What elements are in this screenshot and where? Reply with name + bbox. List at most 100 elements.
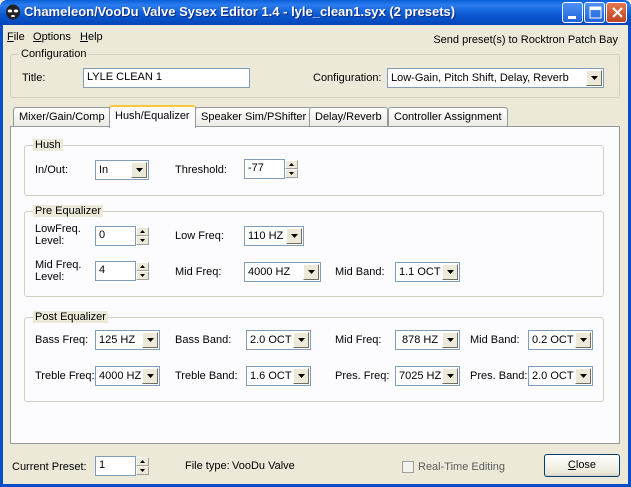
file-type-label: File type: bbox=[185, 460, 230, 472]
chevron-down-icon bbox=[447, 270, 454, 274]
current-preset-down-button[interactable] bbox=[136, 466, 149, 475]
spin-up-arrow-icon bbox=[140, 230, 145, 233]
spin-up-arrow-icon bbox=[140, 460, 145, 463]
post-bass-band-label: Bass Band: bbox=[175, 334, 232, 346]
pre-lowfreq-level-input[interactable]: 0 bbox=[95, 226, 136, 246]
menu-file[interactable]: File bbox=[7, 31, 25, 43]
tab-mixer-gain-comp[interactable]: Mixer/Gain/Comp bbox=[13, 107, 111, 126]
configuration-select-value: Low-Gain, Pitch Shift, Delay, Reverb bbox=[391, 72, 569, 84]
pre-mid-band-select[interactable]: 1.1 OCT bbox=[395, 262, 460, 282]
hush-inout-select[interactable]: In bbox=[95, 160, 149, 180]
spin-down-arrow-icon bbox=[289, 172, 294, 175]
title-label: Title: bbox=[22, 72, 46, 84]
pre-mid-band-label: Mid Band: bbox=[335, 266, 385, 278]
post-mid-band-dropdown-button[interactable] bbox=[575, 332, 591, 348]
pre-mid-freq-select[interactable]: 4000 HZ bbox=[244, 262, 321, 282]
close-button-post: lose bbox=[575, 459, 597, 471]
close-button[interactable]: Close bbox=[544, 454, 620, 477]
post-treble-freq-select[interactable]: 4000 HZ bbox=[95, 366, 160, 386]
pre-lowfreq-level-down-button[interactable] bbox=[136, 236, 149, 245]
post-mid-band-value: 0.2 OCT bbox=[532, 334, 574, 346]
close-window-button[interactable] bbox=[606, 2, 627, 23]
post-pres-band-dropdown-button[interactable] bbox=[575, 368, 591, 384]
pre-midfreq-level-label-2: Level: bbox=[35, 271, 65, 283]
pre-mid-band-dropdown-button[interactable] bbox=[442, 264, 458, 280]
post-bass-freq-dropdown-button[interactable] bbox=[142, 332, 158, 348]
menu-file-post: ile bbox=[13, 31, 25, 43]
hush-threshold-input[interactable]: -77 bbox=[244, 159, 285, 179]
title-input[interactable]: LYLE CLEAN 1 bbox=[83, 68, 250, 88]
post-pres-freq-dropdown-button[interactable] bbox=[442, 368, 458, 384]
configuration-select[interactable]: Low-Gain, Pitch Shift, Delay, Reverb bbox=[387, 68, 604, 88]
post-pres-band-select[interactable]: 2.0 OCT bbox=[528, 366, 593, 386]
pre-midfreq-level-input[interactable]: 4 bbox=[95, 261, 136, 281]
tab-controller-assignment[interactable]: Controller Assignment bbox=[388, 107, 508, 126]
post-bass-band-select[interactable]: 2.0 OCT bbox=[246, 330, 311, 350]
title-bar[interactable]: Chameleon/VooDu Valve Sysex Editor 1.4 -… bbox=[0, 0, 631, 25]
pre-mid-freq-dropdown-button[interactable] bbox=[303, 264, 319, 280]
post-mid-band-label: Mid Band: bbox=[470, 334, 520, 346]
post-mid-freq-dropdown-button[interactable] bbox=[442, 332, 458, 348]
send-to-patch-bay-link[interactable]: Send preset(s) to Rocktron Patch Bay bbox=[433, 34, 618, 46]
hush-inout-dropdown-button[interactable] bbox=[131, 162, 147, 178]
chevron-down-icon bbox=[580, 338, 587, 342]
hush-inout-label: In/Out: bbox=[35, 164, 69, 176]
maximize-icon bbox=[589, 6, 602, 19]
pre-lowfreq-level-label-1: LowFreq. bbox=[35, 223, 81, 235]
pre-lowfreq-level-spinner[interactable]: 0 bbox=[95, 226, 151, 246]
tab-hush-equalizer[interactable]: Hush/Equalizer bbox=[109, 105, 196, 128]
maximize-button[interactable] bbox=[584, 2, 605, 23]
pre-mid-freq-value: 4000 HZ bbox=[248, 266, 291, 278]
post-pres-band-label: Pres. Band: bbox=[470, 370, 528, 382]
hush-threshold-label: Threshold: bbox=[175, 164, 227, 176]
menu-help-key: H bbox=[80, 31, 88, 43]
hush-threshold-up-button[interactable] bbox=[285, 160, 298, 169]
post-treble-band-label: Treble Band: bbox=[175, 370, 238, 382]
pre-lowfreq-level-up-button[interactable] bbox=[136, 227, 149, 236]
pre-low-freq-label: Low Freq: bbox=[175, 230, 224, 242]
close-icon bbox=[612, 7, 623, 18]
tab-speaker-sim-pshifter[interactable]: Speaker Sim/PShifter bbox=[195, 107, 313, 126]
minimize-button[interactable] bbox=[562, 2, 583, 23]
chevron-down-icon bbox=[308, 270, 315, 274]
menu-options[interactable]: Options bbox=[33, 31, 71, 43]
pre-midfreq-level-spinner[interactable]: 4 bbox=[95, 261, 151, 281]
pre-midfreq-level-up-button[interactable] bbox=[136, 262, 149, 271]
spin-down-arrow-icon bbox=[140, 274, 145, 277]
pre-low-freq-dropdown-button[interactable] bbox=[286, 228, 302, 244]
post-pres-freq-select[interactable]: 7025 HZ bbox=[395, 366, 460, 386]
current-preset-input[interactable]: 1 bbox=[95, 456, 136, 476]
minimize-icon bbox=[568, 16, 576, 19]
post-treble-band-dropdown-button[interactable] bbox=[293, 368, 309, 384]
post-mid-freq-label: Mid Freq: bbox=[335, 334, 382, 346]
current-preset-label: Current Preset: bbox=[12, 461, 87, 473]
post-pres-freq-value: 7025 HZ bbox=[399, 370, 442, 382]
close-button-key: C bbox=[567, 459, 576, 471]
menu-help-post: elp bbox=[87, 31, 103, 43]
chevron-down-icon bbox=[147, 338, 154, 342]
file-type-value: VooDu Valve bbox=[232, 460, 295, 472]
chevron-down-icon bbox=[298, 338, 305, 342]
chevron-down-icon bbox=[580, 374, 587, 378]
current-preset-up-button[interactable] bbox=[136, 457, 149, 466]
menu-file-key: F bbox=[7, 31, 14, 43]
configuration-dropdown-button[interactable] bbox=[586, 70, 602, 86]
post-mid-band-select[interactable]: 0.2 OCT bbox=[528, 330, 593, 350]
post-treble-freq-value: 4000 HZ bbox=[99, 370, 142, 382]
alien-head-icon[interactable] bbox=[5, 4, 21, 20]
hush-threshold-down-button[interactable] bbox=[285, 169, 298, 178]
current-preset-spinner[interactable]: 1 bbox=[95, 456, 151, 476]
post-treble-band-select[interactable]: 1.6 OCT bbox=[246, 366, 311, 386]
menu-options-post: ptions bbox=[41, 31, 71, 43]
post-bass-band-dropdown-button[interactable] bbox=[293, 332, 309, 348]
menu-help[interactable]: Help bbox=[80, 31, 103, 43]
post-mid-freq-select[interactable]: 878 HZ bbox=[395, 330, 460, 350]
post-treble-freq-label: Treble Freq: bbox=[35, 370, 95, 382]
post-treble-freq-dropdown-button[interactable] bbox=[142, 368, 158, 384]
hush-threshold-spinner[interactable]: -77 bbox=[244, 159, 300, 179]
realtime-editing-checkbox[interactable] bbox=[402, 461, 414, 473]
tab-delay-reverb[interactable]: Delay/Reverb bbox=[309, 107, 388, 126]
pre-midfreq-level-down-button[interactable] bbox=[136, 271, 149, 280]
pre-low-freq-select[interactable]: 110 HZ bbox=[244, 226, 304, 246]
post-bass-freq-select[interactable]: 125 HZ bbox=[95, 330, 160, 350]
